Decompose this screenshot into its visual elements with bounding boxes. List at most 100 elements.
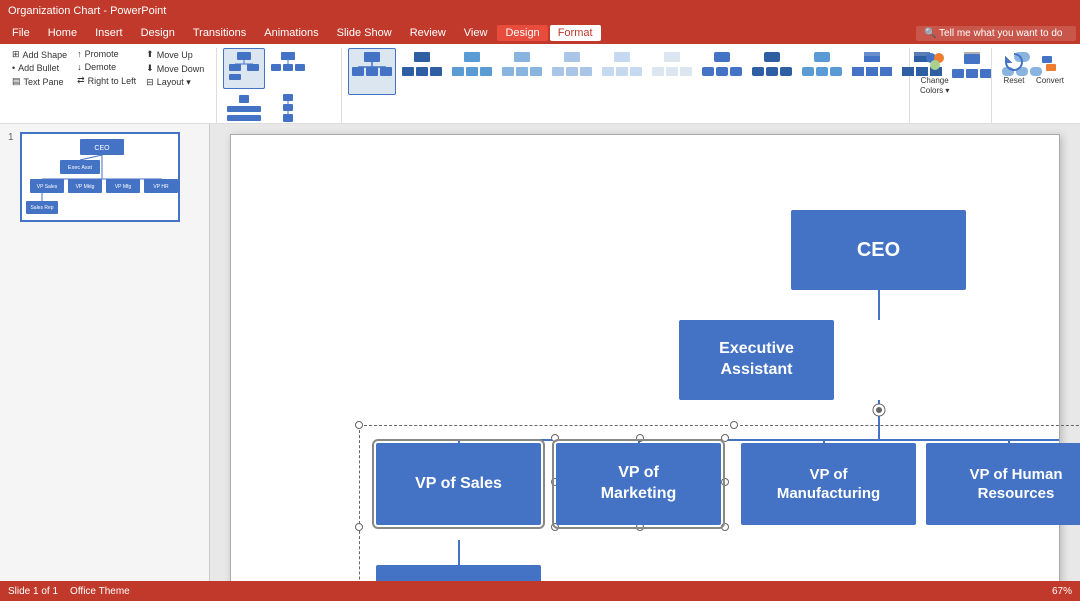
- right-to-left-btn[interactable]: ⇄ Right to Left: [73, 74, 140, 87]
- text-pane-icon: ▤: [12, 76, 21, 87]
- menu-search[interactable]: 🔍 Tell me what you want to do: [916, 26, 1076, 41]
- layout-btn[interactable]: ⊟ Layout ▾: [142, 76, 208, 89]
- node-vp-manufacturing[interactable]: VP of Manufacturing: [741, 443, 916, 525]
- move-down-btn[interactable]: ⬇ Move Down: [142, 62, 208, 75]
- smartart-style-6[interactable]: [598, 48, 646, 95]
- svg-text:VP Mfg: VP Mfg: [114, 184, 131, 190]
- title-bar-text: Organization Chart - PowerPoint: [8, 5, 166, 17]
- move-down-icon: ⬇: [146, 63, 154, 74]
- reset-icon: [1002, 50, 1026, 74]
- app-body: 1 CEO Exec Asst VP Sales: [0, 124, 1080, 601]
- add-shape-label: Add Shape: [23, 50, 68, 60]
- create-small-buttons2: ↑ Promote ↓ Demote ⇄ Right to Left: [73, 48, 140, 87]
- svg-text:VP Mktg: VP Mktg: [75, 184, 94, 190]
- node-ceo[interactable]: CEO: [791, 210, 966, 290]
- handle-vp-mkt-tm[interactable]: [636, 434, 644, 442]
- text-pane-btn[interactable]: ▤ Text Pane: [8, 75, 71, 88]
- slide-number: 1: [8, 132, 14, 143]
- node-vp-sales[interactable]: VP of Sales: [376, 443, 541, 525]
- ribbon: ⊞ Add Shape • Add Bullet ▤ Text Pane ↑: [0, 44, 1080, 124]
- convert-btn[interactable]: Convert: [1032, 48, 1068, 87]
- promote-icon: ↑: [77, 49, 82, 59]
- node-vp-marketing[interactable]: VP of Marketing: [556, 443, 721, 525]
- create-small-buttons: ⊞ Add Shape • Add Bullet ▤ Text Pane: [8, 48, 71, 88]
- rtl-icon: ⇄: [77, 75, 85, 86]
- menu-slideshow[interactable]: Slide Show: [329, 25, 400, 41]
- layout-btn-2[interactable]: [267, 48, 309, 89]
- menu-transitions[interactable]: Transitions: [185, 25, 254, 41]
- demote-btn[interactable]: ↓ Demote: [73, 61, 140, 73]
- svg-text:CEO: CEO: [94, 145, 110, 152]
- handle-vp-mkt-tr[interactable]: [721, 434, 729, 442]
- convert-icon: [1038, 50, 1062, 74]
- promote-btn[interactable]: ↑ Promote: [73, 48, 140, 60]
- move-up-btn[interactable]: ⬆ Move Up: [142, 48, 208, 61]
- smartart-style-2[interactable]: [398, 48, 446, 95]
- add-shape-icon: ⊞: [12, 49, 20, 60]
- smartart-style-3[interactable]: [448, 48, 496, 95]
- svg-text:Sales Rep: Sales Rep: [30, 205, 53, 211]
- menu-view[interactable]: View: [456, 25, 496, 41]
- svg-text:VP HR: VP HR: [153, 184, 169, 190]
- handle-tm[interactable]: [730, 421, 738, 429]
- move-up-icon: ⬆: [146, 49, 154, 60]
- slide-area[interactable]: CEO Executive Assistant VP of Sales VP o…: [230, 134, 1060, 591]
- slide-panel: 1 CEO Exec Asst VP Sales: [0, 124, 210, 601]
- smartart-style-1[interactable]: [348, 48, 396, 95]
- change-colors-label: ChangeColors ▾: [920, 76, 949, 95]
- handle-vp-mkt-mr[interactable]: [721, 478, 729, 486]
- thumb-svg: CEO Exec Asst VP Sales VP Mktg VP Mfg: [22, 134, 180, 222]
- main-canvas[interactable]: CEO Executive Assistant VP of Sales VP o…: [210, 124, 1080, 601]
- reset-btn[interactable]: Reset: [998, 48, 1030, 87]
- layout-btn-1[interactable]: [223, 48, 265, 89]
- menu-animations[interactable]: Animations: [256, 25, 326, 41]
- layout-icon-small: ⊟: [146, 77, 154, 88]
- svg-text:VP Sales: VP Sales: [36, 184, 57, 190]
- smartart-style-4[interactable]: [498, 48, 546, 95]
- zoom-level: 67%: [1052, 586, 1072, 597]
- smartart-style-11[interactable]: [848, 48, 896, 95]
- promote-label: Promote: [85, 49, 119, 59]
- menu-review[interactable]: Review: [402, 25, 454, 41]
- smartart-style-5[interactable]: [548, 48, 596, 95]
- change-colors-icon: [923, 50, 947, 74]
- menu-bar: File Home Insert Design Transitions Anim…: [0, 22, 1080, 44]
- smartart-style-9[interactable]: [748, 48, 796, 95]
- rtl-label: Right to Left: [88, 76, 137, 86]
- node-exec-asst[interactable]: Executive Assistant: [679, 320, 834, 400]
- text-pane-label: Text Pane: [24, 77, 64, 87]
- convert-label: Convert: [1036, 76, 1064, 85]
- menu-design2[interactable]: Design: [497, 25, 547, 41]
- reset-label: Reset: [1004, 76, 1025, 85]
- slide-thumbnail[interactable]: CEO Exec Asst VP Sales VP Mktg VP Mfg: [20, 132, 180, 222]
- menu-format[interactable]: Format: [550, 25, 601, 41]
- demote-icon: ↓: [77, 62, 82, 72]
- slide-info: Slide 1 of 1: [8, 586, 58, 597]
- menu-home[interactable]: Home: [40, 25, 85, 41]
- node-vp-hr[interactable]: VP of Human Resources: [926, 443, 1080, 525]
- title-bar: Organization Chart - PowerPoint: [0, 0, 1080, 22]
- move-down-label: Move Down: [157, 64, 205, 74]
- demote-label: Demote: [85, 62, 117, 72]
- handle-ml[interactable]: [355, 523, 363, 531]
- handle-vp-mkt-tl[interactable]: [551, 434, 559, 442]
- add-shape-btn[interactable]: ⊞ Add Shape: [8, 48, 71, 61]
- menu-design[interactable]: Design: [133, 25, 183, 41]
- menu-file[interactable]: File: [4, 25, 38, 41]
- change-colors-btn[interactable]: ChangeColors ▾: [916, 48, 953, 97]
- add-bullet-btn[interactable]: • Add Bullet: [8, 62, 71, 74]
- smartart-style-8[interactable]: [698, 48, 746, 95]
- handle-vp-mkt-br[interactable]: [721, 523, 729, 531]
- handle-tl[interactable]: [355, 421, 363, 429]
- menu-insert[interactable]: Insert: [87, 25, 131, 41]
- layout-label: Layout ▾: [157, 77, 191, 88]
- move-up-label: Move Up: [157, 50, 193, 60]
- svg-text:Exec Asst: Exec Asst: [67, 165, 92, 171]
- status-bar: Slide 1 of 1 Office Theme 67%: [0, 581, 1080, 601]
- create-small-buttons3: ⬆ Move Up ⬇ Move Down ⊟ Layout ▾: [142, 48, 208, 89]
- smartart-style-10[interactable]: [798, 48, 846, 95]
- add-bullet-label: Add Bullet: [18, 63, 59, 73]
- theme-name: Office Theme: [70, 586, 130, 597]
- add-bullet-icon: •: [12, 63, 15, 73]
- smartart-style-7[interactable]: [648, 48, 696, 95]
